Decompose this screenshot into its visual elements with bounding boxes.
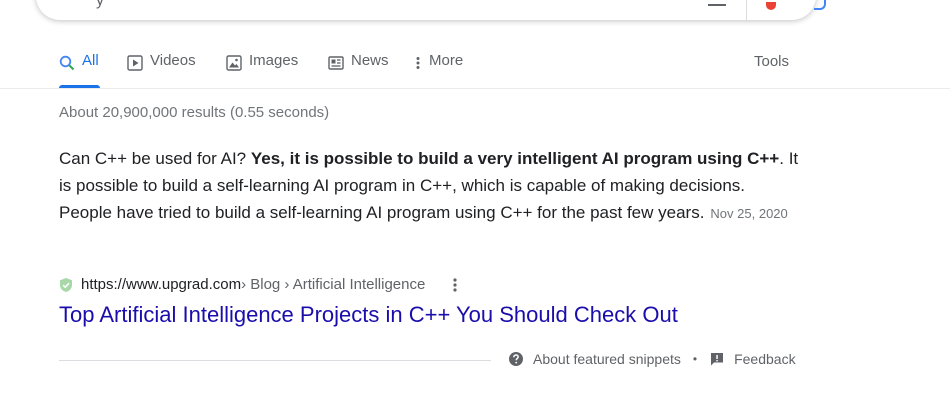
search-box[interactable]: y <box>36 0 826 20</box>
snippet-footer: About featured snippets • Feedback <box>508 351 796 367</box>
tabs-divider <box>0 88 950 89</box>
tab-more-label: More <box>429 52 464 69</box>
snippet-answer-bold: Yes, it is possible to build a very inte… <box>250 149 780 168</box>
result-url: https://www.upgrad.com <box>81 276 242 293</box>
feedback-icon <box>709 351 725 367</box>
result-breadcrumb: › Blog › Artificial Intelligence <box>241 276 426 293</box>
search-submit-icon[interactable] <box>814 0 826 10</box>
search-divider <box>746 0 747 20</box>
tab-news[interactable]: News <box>328 52 389 88</box>
more-vertical-icon <box>414 55 422 71</box>
result-citation: https://www.upgrad.com › Blog › Artifici… <box>59 276 463 293</box>
more-options-icon[interactable] <box>447 277 463 293</box>
search-icon <box>59 55 75 71</box>
tab-news-label: News <box>351 52 389 69</box>
tab-all[interactable]: All <box>59 52 100 88</box>
tab-all-label: All <box>82 52 99 69</box>
tab-videos[interactable]: Videos <box>127 52 196 88</box>
shield-icon <box>59 277 73 293</box>
keyboard-icon[interactable] <box>708 0 726 6</box>
play-icon <box>127 55 143 71</box>
result-stats: About 20,900,000 results (0.55 seconds) <box>59 104 330 121</box>
snippet-date: Nov 25, 2020 <box>710 206 788 221</box>
search-query-stub: y <box>96 0 104 9</box>
tab-more[interactable]: More <box>414 52 463 88</box>
tab-images[interactable]: Images <box>226 52 298 88</box>
tools-button[interactable]: Tools <box>754 53 789 70</box>
footer-divider <box>59 360 491 361</box>
feedback-link[interactable]: Feedback <box>734 351 795 367</box>
help-icon <box>508 351 524 367</box>
result-title-link[interactable]: Top Artificial Intelligence Projects in … <box>59 302 678 328</box>
mic-icon[interactable] <box>766 2 776 10</box>
featured-snippet: Can C++ be used for AI? Yes, it is possi… <box>59 145 799 227</box>
image-icon <box>226 55 242 71</box>
tab-videos-label: Videos <box>150 52 196 69</box>
tab-images-label: Images <box>249 52 299 69</box>
about-featured-snippets-link[interactable]: About featured snippets <box>533 351 681 367</box>
snippet-question: Can C++ be used for AI? <box>59 149 251 168</box>
news-icon <box>328 55 344 71</box>
footer-separator: • <box>692 352 698 366</box>
